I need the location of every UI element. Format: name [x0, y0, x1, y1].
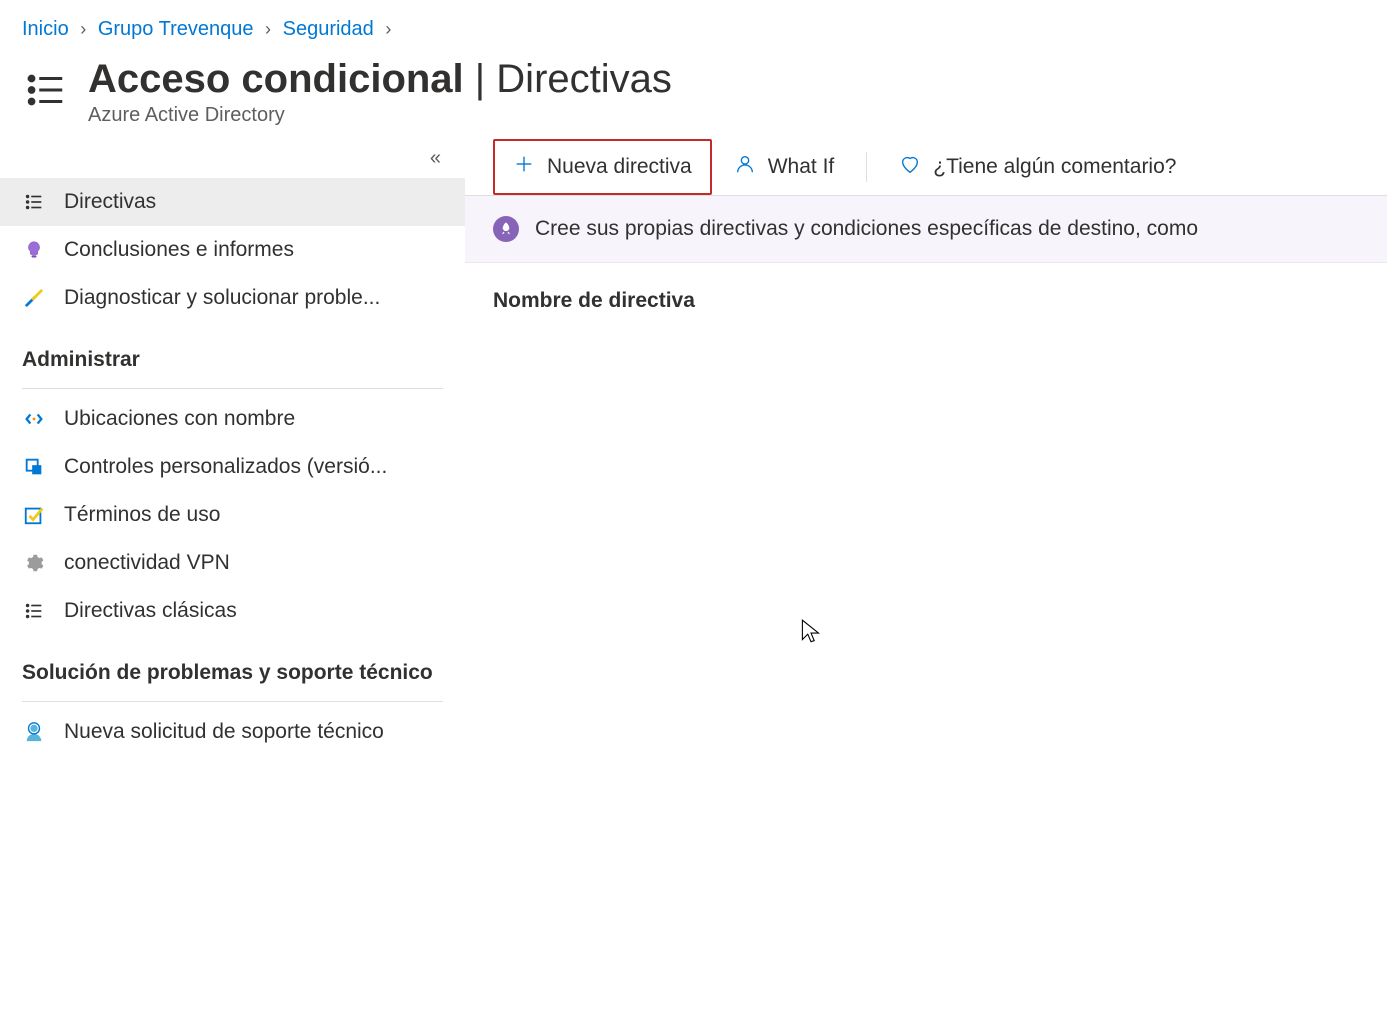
lightbulb-icon [22, 238, 46, 262]
button-label: ¿Tiene algún comentario? [933, 155, 1176, 179]
column-header-policy-name: Nombre de directiva [465, 263, 1387, 339]
gear-icon [22, 551, 46, 575]
chevron-right-icon: › [80, 19, 86, 40]
sidebar-item-label: Conclusiones e informes [64, 238, 294, 262]
breadcrumb: Inicio › Grupo Trevenque › Seguridad › [0, 0, 1387, 51]
chevron-right-icon: › [385, 19, 391, 40]
sidebar-item-label: Ubicaciones con nombre [64, 407, 295, 431]
sidebar-item-label: conectividad VPN [64, 551, 230, 575]
breadcrumb-link-group[interactable]: Grupo Trevenque [98, 18, 254, 40]
sidebar-section-manage: Administrar [0, 322, 465, 382]
sidebar-item-classic-policies[interactable]: Directivas clásicas [0, 587, 465, 635]
button-label: What If [768, 155, 835, 179]
sidebar-item-label: Diagnosticar y solucionar proble... [64, 286, 380, 310]
collapse-sidebar-icon[interactable]: « [430, 147, 441, 169]
plus-icon [513, 153, 535, 181]
breadcrumb-link-security[interactable]: Seguridad [283, 18, 374, 40]
page-header: Acceso condicional | Directivas Azure Ac… [0, 51, 1387, 135]
sidebar-item-new-support-request[interactable]: Nueva solicitud de soporte técnico [0, 708, 465, 756]
button-label: Nueva directiva [547, 155, 692, 179]
breadcrumb-link-home[interactable]: Inicio [22, 18, 69, 40]
chevron-right-icon: › [265, 19, 271, 40]
sidebar-item-label: Términos de uso [64, 503, 220, 527]
sidebar-item-label: Directivas [64, 190, 156, 214]
sidebar: « Directivas Conclusiones e informes [0, 135, 465, 756]
support-person-icon [22, 720, 46, 744]
heart-icon [899, 153, 921, 181]
sidebar-item-policies[interactable]: Directivas [0, 178, 465, 226]
page-subtitle: Azure Active Directory [88, 104, 672, 127]
what-if-button[interactable]: What If [716, 141, 853, 193]
policy-list-icon [22, 57, 68, 116]
checkbox-icon [22, 503, 46, 527]
page-title: Acceso condicional | Directivas [88, 57, 672, 102]
rocket-icon [493, 216, 519, 242]
divider [866, 152, 867, 182]
new-policy-button[interactable]: Nueva directiva [493, 139, 712, 195]
sidebar-item-vpn[interactable]: conectividad VPN [0, 539, 465, 587]
policy-list-icon [22, 599, 46, 623]
sidebar-item-diagnose[interactable]: Diagnosticar y solucionar proble... [0, 274, 465, 322]
sidebar-item-label: Directivas clásicas [64, 599, 237, 623]
main-content: Nueva directiva What If ¿Tiene algún com [465, 135, 1387, 756]
sidebar-item-label: Nueva solicitud de soporte técnico [64, 720, 384, 744]
location-code-icon [22, 407, 46, 431]
sidebar-item-named-locations[interactable]: Ubicaciones con nombre [0, 395, 465, 443]
sidebar-item-terms-of-use[interactable]: Términos de uso [0, 491, 465, 539]
sidebar-item-insights[interactable]: Conclusiones e informes [0, 226, 465, 274]
divider [22, 388, 443, 389]
sidebar-item-label: Controles personalizados (versió... [64, 455, 387, 479]
info-banner: Cree sus propias directivas y condicione… [465, 196, 1387, 263]
policy-list-icon [22, 190, 46, 214]
custom-control-icon [22, 455, 46, 479]
toolbar: Nueva directiva What If ¿Tiene algún com [465, 138, 1387, 196]
wrench-icon [22, 286, 46, 310]
sidebar-section-support: Solución de problemas y soporte técnico [0, 635, 465, 695]
divider [22, 701, 443, 702]
feedback-button[interactable]: ¿Tiene algún comentario? [881, 141, 1194, 193]
banner-text: Cree sus propias directivas y condicione… [535, 217, 1198, 241]
person-icon [734, 153, 756, 181]
sidebar-item-custom-controls[interactable]: Controles personalizados (versió... [0, 443, 465, 491]
